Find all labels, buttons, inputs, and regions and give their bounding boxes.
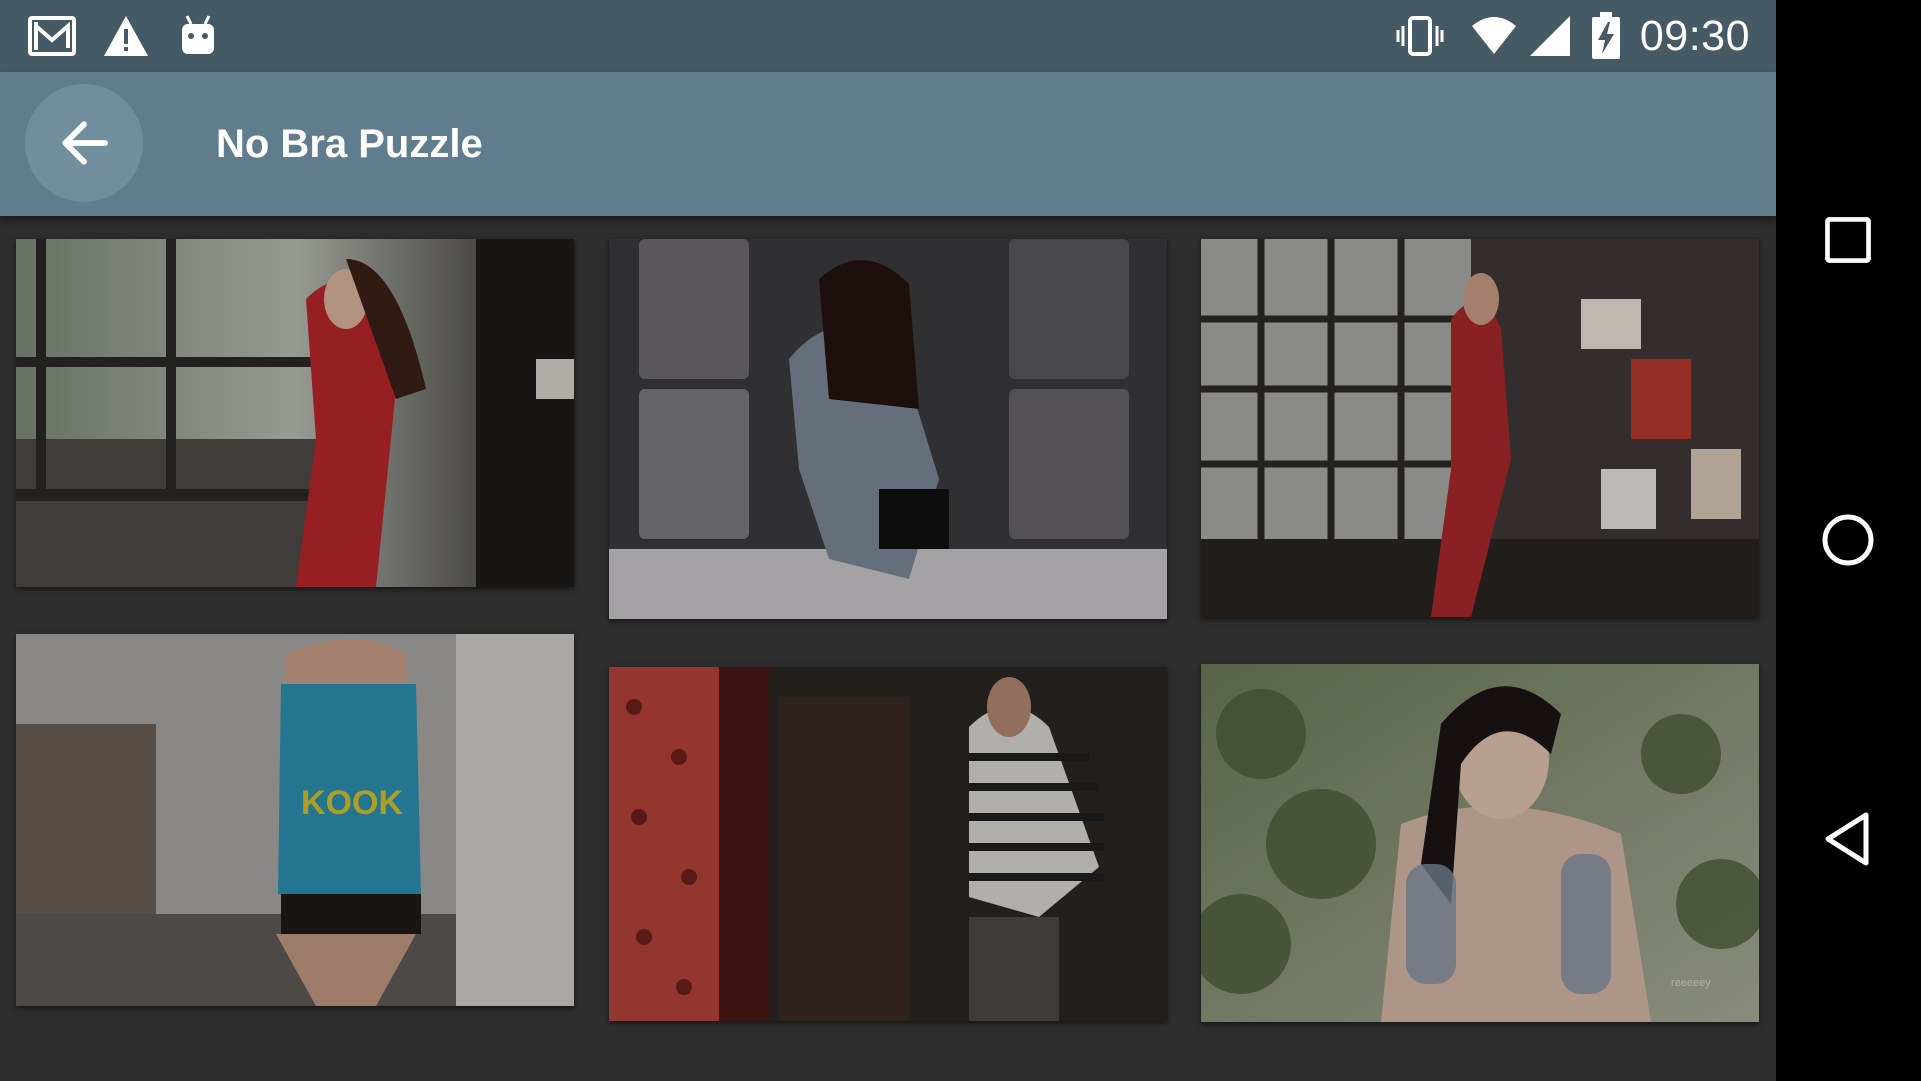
back-button[interactable]: [25, 84, 143, 202]
arrow-back-icon: [62, 121, 108, 165]
status-time: 09:30: [1639, 12, 1750, 60]
home-button[interactable]: [1798, 490, 1898, 590]
system-nav-bar: [1776, 0, 1921, 1081]
photo-tile-5[interactable]: [609, 667, 1167, 1021]
home-circle-icon: [1822, 514, 1874, 566]
app-screen: 09:30 No Bra Puzzle KOOK reeeeey: [0, 0, 1776, 1081]
photo-tile-1[interactable]: [16, 239, 574, 587]
photo-tile-6[interactable]: reeeeey: [1201, 664, 1759, 1022]
back-triangle-icon: [1825, 812, 1869, 866]
cell-signal-icon: [1526, 12, 1574, 60]
app-bar: No Bra Puzzle: [0, 72, 1776, 216]
vibrate-icon: [1396, 12, 1444, 60]
recents-square-icon: [1825, 217, 1871, 263]
status-bar: 09:30: [0, 0, 1776, 72]
nav-back-button[interactable]: [1798, 789, 1898, 889]
photo-tile-3[interactable]: [1201, 239, 1759, 617]
puzzle-gallery: KOOK reeeeey: [0, 216, 1776, 1081]
photo-tile-4[interactable]: KOOK: [16, 634, 574, 1006]
gmail-icon: [28, 12, 76, 60]
warning-icon: [102, 12, 150, 60]
android-debug-icon: [174, 12, 222, 60]
recents-button[interactable]: [1798, 190, 1898, 290]
wifi-icon: [1470, 12, 1518, 60]
page-title: No Bra Puzzle: [216, 122, 483, 166]
battery-charging-icon: [1586, 12, 1626, 60]
photo-tile-2[interactable]: [609, 239, 1167, 619]
